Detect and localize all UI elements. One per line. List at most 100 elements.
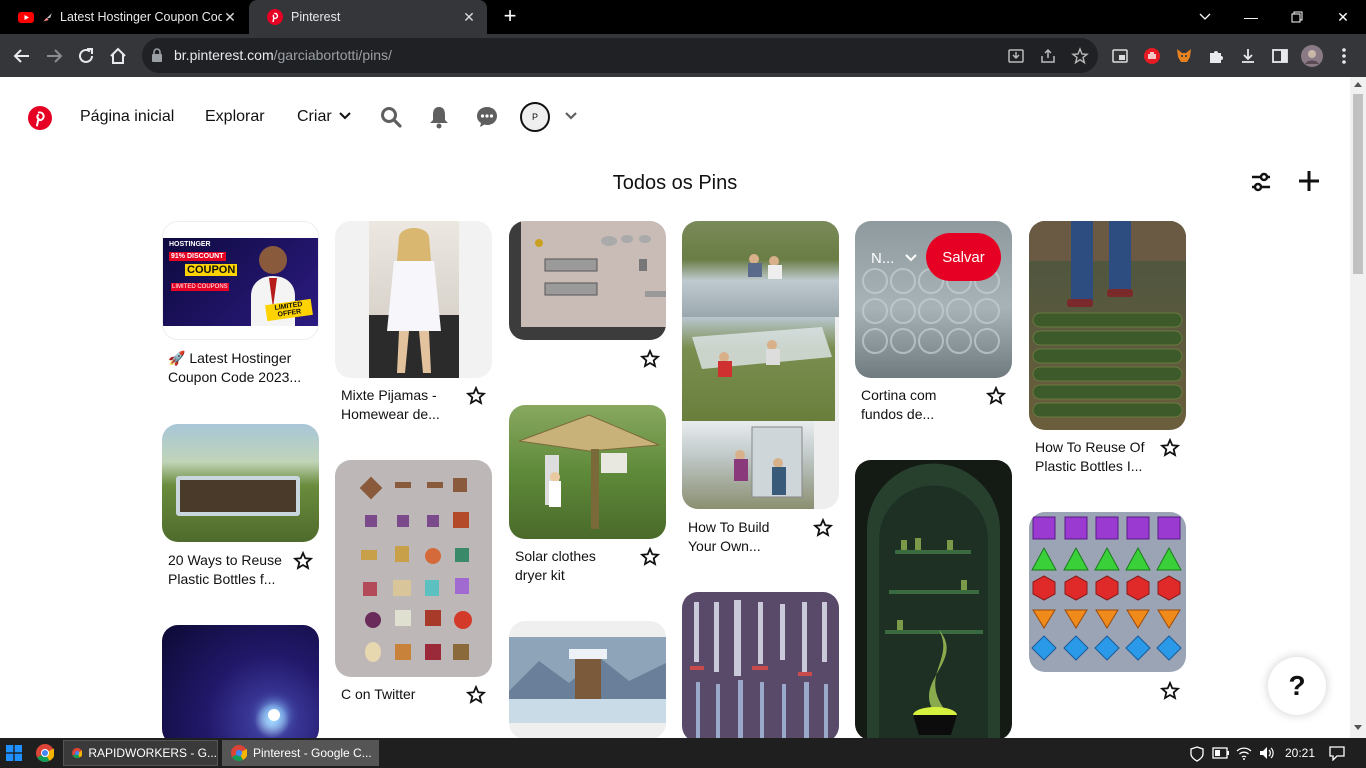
pin-bottle-garden-bed[interactable] bbox=[162, 424, 319, 542]
tab-pinterest[interactable]: Pinterest ✕ bbox=[249, 0, 487, 34]
page-title: Todos os Pins bbox=[612, 172, 738, 194]
greenhouse-photo-3 bbox=[682, 421, 814, 509]
favorite-star-icon[interactable] bbox=[640, 547, 660, 567]
bookmark-star-icon[interactable] bbox=[1069, 45, 1091, 67]
tab-hostinger[interactable]: Latest Hostinger Coupon Code ✕ bbox=[0, 0, 248, 34]
install-icon[interactable] bbox=[1005, 45, 1027, 67]
favorite-star-icon[interactable] bbox=[986, 386, 1006, 406]
pin-title[interactable]: 🚀 Latest Hostinger Coupon Code 2023... bbox=[168, 349, 313, 387]
minimize-icon[interactable]: — bbox=[1228, 0, 1274, 34]
security-icon[interactable] bbox=[1190, 746, 1204, 762]
pin-title[interactable]: C on Twitter bbox=[341, 685, 461, 704]
home-icon[interactable] bbox=[105, 43, 131, 69]
tab-search-icon[interactable] bbox=[1182, 0, 1228, 34]
add-plus-icon[interactable] bbox=[1298, 170, 1320, 192]
pin-night-sky-art[interactable] bbox=[162, 625, 319, 738]
restore-icon[interactable] bbox=[1274, 0, 1320, 34]
pin-bottle-curtain[interactable]: N... Salvar bbox=[855, 221, 1012, 378]
chrome-taskbar-icon[interactable] bbox=[36, 744, 54, 762]
chrome-menu-icon[interactable] bbox=[1333, 45, 1355, 67]
account-chevron-icon[interactable] bbox=[564, 111, 578, 121]
pin-title[interactable]: Mixte Pijamas - Homewear de... bbox=[341, 386, 461, 424]
pin-build-greenhouse[interactable] bbox=[682, 221, 839, 509]
page-scrollbar[interactable] bbox=[1350, 77, 1366, 738]
favorite-star-icon[interactable] bbox=[1160, 438, 1180, 458]
pin-pixel-swords[interactable] bbox=[682, 592, 839, 738]
search-icon[interactable] bbox=[380, 106, 402, 128]
pin-pixel-witch-room[interactable] bbox=[855, 460, 1012, 738]
pinterest-logo[interactable] bbox=[28, 106, 52, 130]
close-tab-icon[interactable]: ✕ bbox=[461, 9, 477, 26]
share-icon[interactable] bbox=[1037, 45, 1059, 67]
save-button[interactable]: Salvar bbox=[926, 233, 1001, 281]
taskbar-app-pinterest[interactable]: Pinterest - Google C... bbox=[222, 740, 379, 766]
windows-start-icon[interactable] bbox=[6, 745, 22, 761]
nav-create-label: Criar bbox=[297, 108, 332, 125]
extension-hand-icon[interactable] bbox=[1141, 45, 1163, 67]
reload-icon[interactable] bbox=[73, 43, 99, 69]
favorite-star-icon[interactable] bbox=[466, 386, 486, 406]
pin-solar-dryer[interactable] bbox=[509, 405, 666, 539]
favorite-star-icon[interactable] bbox=[640, 349, 660, 369]
nav-home[interactable]: Página inicial bbox=[80, 108, 174, 126]
favorite-star-icon[interactable] bbox=[293, 551, 313, 571]
pin-pixel-snow-scene[interactable] bbox=[509, 621, 666, 738]
picture-in-picture-icon[interactable] bbox=[1109, 45, 1131, 67]
close-tab-icon[interactable]: ✕ bbox=[222, 9, 238, 26]
side-panel-icon[interactable] bbox=[1269, 45, 1291, 67]
pin-hostinger-ad[interactable]: HOSTINGER 91% DISCOUNT COUPON LIMITED CO… bbox=[162, 221, 319, 340]
filter-sliders-icon[interactable] bbox=[1250, 171, 1272, 193]
new-tab-icon[interactable]: + bbox=[500, 5, 520, 28]
forward-icon[interactable] bbox=[41, 43, 67, 69]
url-text[interactable]: br.pinterest.com/garciabortotti/pins/ bbox=[174, 47, 392, 63]
avatar[interactable]: P bbox=[520, 102, 550, 132]
url-path: /garciabortotti/pins/ bbox=[273, 47, 392, 63]
scroll-down-icon[interactable] bbox=[1354, 725, 1362, 731]
nav-create[interactable]: Criar bbox=[297, 108, 351, 126]
favorite-star-icon[interactable] bbox=[813, 518, 833, 538]
pinterest-page: Página inicial Explorar Criar P Todos os… bbox=[0, 77, 1350, 738]
profile-avatar-icon[interactable] bbox=[1301, 45, 1323, 67]
notification-center-icon[interactable] bbox=[1329, 746, 1345, 761]
hostinger-ad-image: HOSTINGER 91% DISCOUNT COUPON LIMITED CO… bbox=[163, 238, 318, 326]
pin-pajamas[interactable] bbox=[335, 221, 492, 378]
pin-pixel-tileset[interactable] bbox=[509, 221, 666, 340]
pixel-items-grid bbox=[359, 476, 472, 662]
pin-title[interactable]: 20 Ways to Reuse Plastic Bottles f... bbox=[168, 551, 288, 589]
pin-pixel-gems[interactable] bbox=[1029, 512, 1186, 672]
snow-scene-image bbox=[509, 637, 666, 723]
solar-dryer-image bbox=[518, 414, 660, 529]
scroll-thumb[interactable] bbox=[1353, 94, 1363, 274]
back-icon[interactable] bbox=[9, 43, 35, 69]
battery-icon[interactable] bbox=[1212, 747, 1230, 759]
favorite-star-icon[interactable] bbox=[1160, 681, 1180, 701]
volume-icon[interactable] bbox=[1259, 746, 1275, 760]
pin-bottle-path[interactable] bbox=[1029, 221, 1186, 430]
favorite-star-icon[interactable] bbox=[466, 685, 486, 705]
ad-discount: 91% DISCOUNT bbox=[169, 252, 226, 261]
board-select[interactable]: N... bbox=[871, 250, 917, 267]
notifications-bell-icon[interactable] bbox=[428, 105, 450, 129]
metamask-fox-icon[interactable] bbox=[1173, 45, 1195, 67]
pin-title[interactable]: How To Build Your Own... bbox=[688, 518, 788, 556]
chrome-icon bbox=[72, 747, 83, 759]
chevron-down-icon bbox=[339, 112, 351, 120]
lock-icon[interactable] bbox=[151, 48, 163, 62]
messages-icon[interactable] bbox=[476, 106, 498, 128]
taskbar-clock[interactable]: 20:21 bbox=[1285, 746, 1315, 760]
help-button[interactable]: ? bbox=[1268, 657, 1326, 715]
pin-title[interactable]: Solar clothes dryer kit bbox=[515, 547, 615, 585]
pinterest-icon bbox=[267, 9, 283, 25]
chevron-down-icon bbox=[905, 254, 917, 262]
taskbar-app-rapidworkers[interactable]: RAPIDWORKERS - G... bbox=[63, 740, 218, 766]
close-window-icon[interactable]: ✕ bbox=[1320, 0, 1366, 34]
pin-title[interactable]: Cortina com fundos de... bbox=[861, 386, 961, 424]
pin-pixel-art-items[interactable] bbox=[335, 460, 492, 677]
nav-explore[interactable]: Explorar bbox=[205, 108, 265, 126]
wifi-icon[interactable] bbox=[1236, 746, 1252, 760]
scroll-up-icon[interactable] bbox=[1354, 81, 1362, 87]
swords-image bbox=[690, 600, 828, 738]
extensions-puzzle-icon[interactable] bbox=[1205, 45, 1227, 67]
pin-title[interactable]: How To Reuse Of Plastic Bottles I... bbox=[1035, 438, 1150, 476]
downloads-icon[interactable] bbox=[1237, 45, 1259, 67]
